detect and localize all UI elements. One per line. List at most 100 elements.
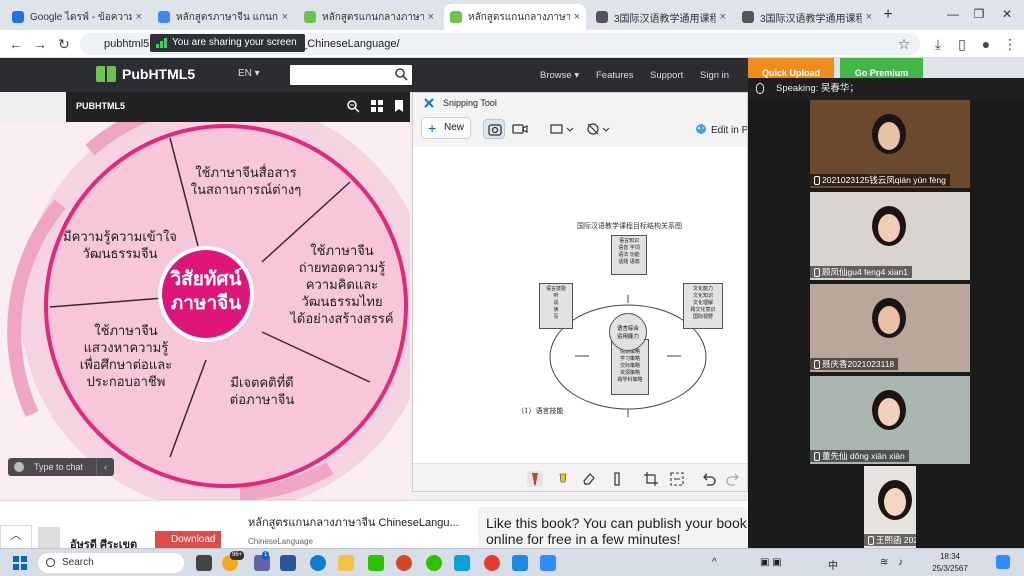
- participant-face: [878, 398, 900, 426]
- tray-icons[interactable]: ▣ ▣: [760, 557, 782, 568]
- file-explorer-icon[interactable]: [338, 555, 354, 571]
- tab-label: หลักสูตรภาษาจีน แกนกลาง - G: [176, 11, 278, 23]
- browser-tab[interactable]: หลักสูตรแกนกลางภาษาจีน Chi ×: [298, 4, 440, 30]
- screenshot-mode-button[interactable]: [483, 119, 505, 139]
- word-icon[interactable]: [280, 555, 296, 571]
- author-avatar[interactable]: [38, 527, 60, 549]
- tab-close-icon[interactable]: ×: [720, 11, 726, 23]
- bookmark-icon[interactable]: [392, 99, 406, 113]
- zoom-meeting-icon[interactable]: [540, 555, 556, 571]
- delay-dropdown[interactable]: [583, 119, 613, 139]
- windows-start-icon[interactable]: [13, 556, 27, 570]
- profile-avatar[interactable]: ●: [976, 34, 996, 54]
- reload-button[interactable]: ↻: [54, 34, 74, 54]
- video-camera-icon: [512, 124, 528, 134]
- back-button[interactable]: ←: [6, 34, 26, 54]
- undo-icon[interactable]: [701, 471, 717, 487]
- browser-tab[interactable]: หลักสูตรภาษาจีน แกนกลาง - G ×: [152, 4, 294, 30]
- edge-icon[interactable]: [310, 555, 326, 571]
- tab-close-icon[interactable]: ×: [136, 11, 142, 23]
- search-icon: [46, 558, 55, 567]
- scroll-up-button[interactable]: ︿: [0, 525, 32, 549]
- wifi-icon[interactable]: ≋: [880, 557, 888, 568]
- tab-close-icon[interactable]: ×: [282, 11, 288, 23]
- participant-video-tile[interactable]: 聂庆香2021023118: [810, 284, 970, 372]
- zoom-app-icon[interactable]: [454, 555, 470, 571]
- nav-sign-in[interactable]: Sign in: [700, 70, 729, 81]
- quick-upload-button[interactable]: Quick Upload: [748, 58, 834, 78]
- maximize-button[interactable]: ❐: [966, 4, 992, 24]
- ruler-icon[interactable]: [609, 471, 625, 487]
- nav-support[interactable]: Support: [650, 70, 683, 81]
- line-icon[interactable]: [368, 555, 384, 571]
- download-icon[interactable]: ⤓: [928, 34, 948, 54]
- forward-button[interactable]: →: [30, 34, 50, 54]
- segment-communication: ใช้ภาษาจีนสื่อสาร ในสถานการณ์ต่างๆ: [190, 165, 302, 197]
- highlighter-icon[interactable]: [555, 471, 571, 487]
- go-premium-button[interactable]: Go Premium: [840, 58, 923, 78]
- notification-center-icon[interactable]: [996, 555, 1010, 569]
- new-snip-button[interactable]: + New: [421, 117, 471, 139]
- thumbnails-icon[interactable]: [370, 99, 384, 113]
- chevron-left-icon[interactable]: ‹: [96, 458, 114, 476]
- chat-input[interactable]: Type to chat ‹: [8, 458, 114, 476]
- meeting-app-icon[interactable]: [512, 555, 528, 571]
- browser-tab[interactable]: 3国际汉语教学通用课程大 ×: [590, 4, 732, 30]
- eraser-icon[interactable]: [581, 471, 597, 487]
- browser-tab[interactable]: Google ไดรฟ์ - ข้อความเดือน ×: [6, 4, 148, 30]
- notification-badge: 96+: [230, 551, 245, 560]
- close-window-button[interactable]: ✕: [994, 4, 1020, 24]
- taskbar-clock[interactable]: 18:34 25/3/2567: [930, 551, 970, 575]
- tab-label: หลักสูตรแกนกลางภาษาจีน Chi: [468, 11, 570, 23]
- zoom-meeting-panel: Speaking: 吴春华； 2021023125钱云凤qián yún fèn…: [748, 78, 1024, 548]
- crop-icon[interactable]: [643, 471, 659, 487]
- minimize-button[interactable]: —: [940, 4, 966, 24]
- download-button[interactable]: Download: [155, 531, 221, 549]
- bookmark-star-icon[interactable]: ☆: [894, 34, 914, 54]
- tab-favicon-icon: [742, 11, 754, 23]
- book-page[interactable]: วิสัยทัศน์ ภาษาจีน ใช้ภาษาจีนสื่อสาร ในส…: [0, 122, 410, 500]
- chat-emoji-icon[interactable]: [14, 462, 24, 472]
- participant-video-tile[interactable]: 董先仙 dǒng xiān xiān: [810, 376, 970, 464]
- pubhtml5-logo[interactable]: PubHTML5: [96, 66, 195, 82]
- participant-name: 聂庆香2021023118: [810, 358, 899, 370]
- node-cultural-competence: 文化能力 文化知识 文化理解 跨文化意识 国际视野: [683, 283, 723, 329]
- volume-icon[interactable]: ♪: [898, 557, 903, 568]
- site-search-input[interactable]: [290, 65, 412, 85]
- ballpoint-pen-icon[interactable]: [527, 471, 543, 487]
- redo-icon[interactable]: [725, 471, 741, 487]
- tab-close-icon[interactable]: ×: [574, 11, 580, 23]
- chrome-icon[interactable]: [484, 555, 500, 571]
- nav-features[interactable]: Features: [596, 70, 634, 81]
- wechat-icon[interactable]: [426, 555, 442, 571]
- taskbar-search[interactable]: Search: [38, 553, 184, 573]
- new-tab-button[interactable]: +: [878, 5, 898, 25]
- language-selector[interactable]: EN ▾: [238, 68, 260, 79]
- publish-promo[interactable]: Like this book? You can publish your boo…: [478, 507, 748, 548]
- clock-time: 18:34: [939, 552, 961, 561]
- tab-close-icon[interactable]: ×: [866, 11, 872, 23]
- text-actions-icon[interactable]: [669, 471, 685, 487]
- browser-tab[interactable]: หลักสูตรแกนกลางภาษาจีน Chi ×: [444, 4, 586, 30]
- powerpoint-icon[interactable]: [396, 555, 412, 571]
- zoom-out-icon[interactable]: [346, 99, 360, 113]
- participant-video-tile[interactable]: 王熙函 2021023117: [864, 466, 916, 548]
- browser-tab[interactable]: 3国际汉语教学通用课程大 ×: [736, 4, 878, 30]
- search-icon[interactable]: [394, 67, 408, 81]
- task-view-icon[interactable]: [196, 555, 212, 571]
- tray-overflow-icon[interactable]: ^: [712, 557, 717, 568]
- windows-taskbar: Search 96+ 1 ^ ▣ ▣ 中 ≋ ♪ 18:34 25/3/2567: [0, 548, 1024, 576]
- input-language-indicator[interactable]: 中: [828, 557, 838, 572]
- participant-video-tile[interactable]: 顾凤仙gu4 feng4 xian1: [810, 192, 970, 280]
- menu-dots-icon[interactable]: ⋮: [1000, 34, 1020, 54]
- sidebar-icon[interactable]: ▯: [952, 34, 972, 54]
- center-title-line2: ภาษาจีน: [170, 293, 242, 314]
- tab-close-icon[interactable]: ×: [428, 11, 434, 23]
- snip-shape-dropdown[interactable]: [547, 119, 577, 139]
- video-mode-button[interactable]: [509, 119, 531, 139]
- nav-browse[interactable]: Browse ▾: [540, 70, 579, 81]
- edit-in-paint-button[interactable]: Edit in Pa: [695, 123, 747, 136]
- participant-video-tile[interactable]: 2021023125钱云凤qián yún fèng: [810, 100, 970, 188]
- new-snip-label: New: [444, 122, 465, 133]
- plus-icon: +: [428, 120, 437, 136]
